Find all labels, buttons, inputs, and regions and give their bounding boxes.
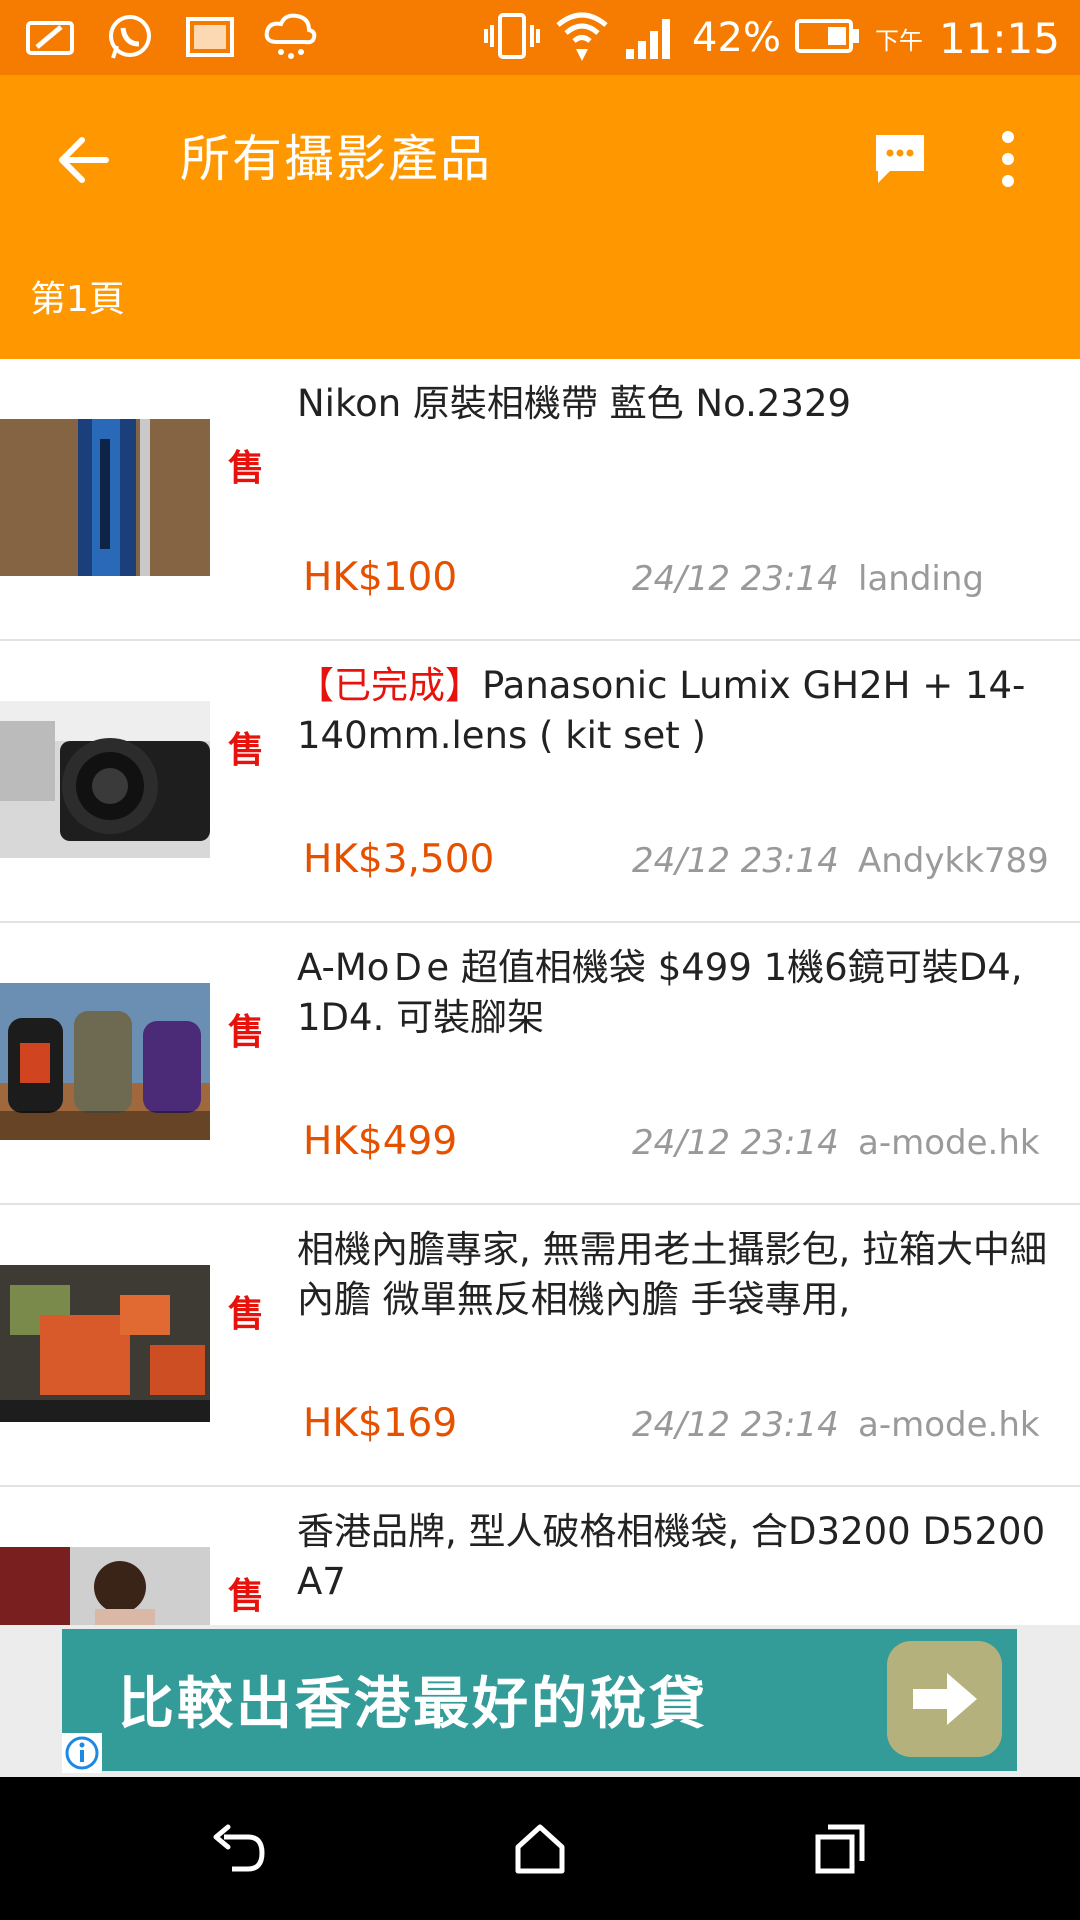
image-icon [182,12,238,62]
page-title: 所有攝影產品 [180,130,492,188]
listing-seller: Andykk789 [858,841,1049,881]
ad-container: 比較出香港最好的稅貸 [0,1625,1080,1777]
system-nav-bar [0,1777,1080,1920]
product-thumbnail [0,983,210,1140]
listing-date: 24/12 23:14 [632,1405,839,1445]
sale-tag: 售 [228,1294,265,1335]
nav-back-icon[interactable] [210,1819,270,1879]
list-item[interactable]: 售 Nikon 原裝相機帶 藍色 No.2329 HK$100 24/12 23… [0,359,1080,641]
product-thumbnail [0,1547,210,1625]
page-indicator: 第1頁 [30,279,125,320]
mail-icon [22,12,78,62]
back-arrow-icon[interactable] [50,125,120,195]
app-bar: 所有攝影產品 第1頁 [0,75,1080,359]
battery-percent: 42% [692,15,781,61]
listing-title-text: Nikon 原裝相機帶 藍色 No.2329 [297,382,852,425]
listing-price: HK$499 [303,1119,458,1164]
listing-title[interactable]: 香港品牌, 型人破格相機袋, 合D3200 D5200 A7 [297,1507,1067,1607]
listing-seller: a-mode.hk [858,1123,1040,1163]
product-list: 售 Nikon 原裝相機帶 藍色 No.2329 HK$100 24/12 23… [0,359,1080,1625]
info-icon[interactable] [62,1733,102,1773]
sale-tag: 售 [228,1012,265,1053]
listing-date: 24/12 23:14 [632,1123,839,1163]
battery-icon [794,17,861,59]
ad-text: 比較出香港最好的稅貸 [118,1672,708,1737]
sale-tag: 售 [228,1576,265,1617]
listing-title-text: 香港品牌, 型人破格相機袋, 合D3200 D5200 A7 [297,1510,1046,1603]
ad-banner[interactable]: 比較出香港最好的稅貸 [62,1629,1017,1773]
listing-seller: landing [858,559,984,599]
nav-recents-icon[interactable] [810,1819,870,1879]
weather-icon [262,12,318,62]
listing-title[interactable]: 相機內膽專家, 無需用老土攝影包, 拉箱大中細 內膽 微單無反相機內膽 手袋專用… [297,1225,1067,1325]
listing-title[interactable]: Nikon 原裝相機帶 藍色 No.2329 [297,379,1067,429]
listing-status: 【已完成】 [297,664,482,707]
listing-title-text: A-MoＤe 超值相機袋 $499 1機6鏡可裝D4, 1D4. 可裝腳架 [297,946,1023,1039]
status-bar: 42% 下午 11:15 [0,0,1080,75]
more-options-icon[interactable] [986,127,1030,191]
clock-ampm: 下午 [874,26,923,55]
arrow-right-icon[interactable] [887,1641,1002,1757]
sale-tag: 售 [228,448,265,489]
product-thumbnail [0,1265,210,1422]
signal-icon [624,11,678,65]
list-item[interactable]: 售 相機內膽專家, 無需用老土攝影包, 拉箱大中細 內膽 微單無反相機內膽 手袋… [0,1205,1080,1487]
listing-date: 24/12 23:14 [632,559,839,599]
product-thumbnail [0,701,210,858]
product-thumbnail [0,419,210,576]
list-item[interactable]: 售 【已完成】Panasonic Lumix GH2H + 14-140mm.l… [0,641,1080,923]
listing-price: HK$169 [303,1401,458,1446]
sale-tag: 售 [228,730,265,771]
nav-home-icon[interactable] [510,1819,570,1879]
whatsapp-icon [102,12,158,62]
listing-date: 24/12 23:14 [632,841,839,881]
listing-title[interactable]: 【已完成】Panasonic Lumix GH2H + 14-140mm.len… [297,661,1067,761]
list-item[interactable]: 售 A-MoＤe 超值相機袋 $499 1機6鏡可裝D4, 1D4. 可裝腳架 … [0,923,1080,1205]
listing-price: HK$3,500 [303,837,495,882]
vibrate-icon [484,11,541,65]
listing-seller: a-mode.hk [858,1405,1040,1445]
listing-title[interactable]: A-MoＤe 超值相機袋 $499 1機6鏡可裝D4, 1D4. 可裝腳架 [297,943,1067,1043]
listing-price: HK$100 [303,555,458,600]
clock-time: 11:15 [938,13,1060,63]
chat-icon[interactable] [870,129,930,189]
listing-title-text: 相機內膽專家, 無需用老土攝影包, 拉箱大中細 內膽 微單無反相機內膽 手袋專用… [297,1228,1048,1321]
list-item[interactable]: 售 香港品牌, 型人破格相機袋, 合D3200 D5200 A7 [0,1487,1080,1625]
wifi-icon [554,9,610,67]
